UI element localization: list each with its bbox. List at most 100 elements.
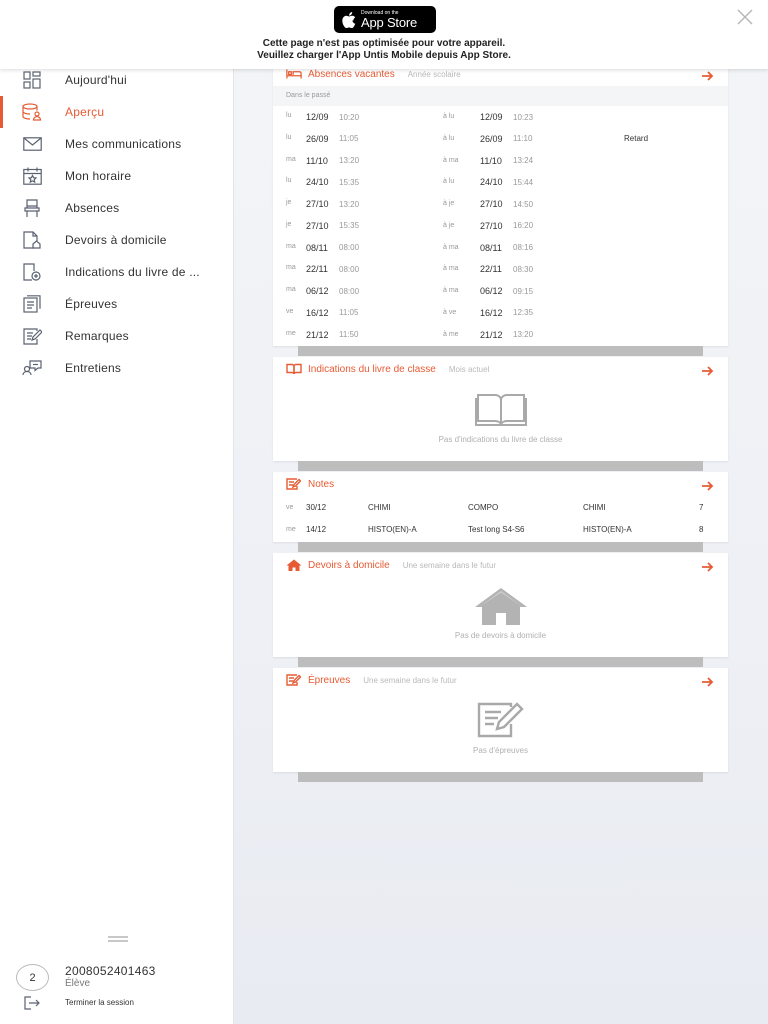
mail-icon xyxy=(22,134,42,154)
apple-icon xyxy=(342,11,356,28)
banner-line-1: Cette page n'est pas optimisée pour votr… xyxy=(262,38,506,49)
sidebar-item-label: Épreuves xyxy=(65,297,118,311)
sidebar-item-label: Aujourd'hui xyxy=(65,73,127,87)
arrow-right-icon[interactable] xyxy=(702,68,714,81)
sidebar-item-conversations[interactable]: Entretiens xyxy=(0,352,234,384)
card-header: Épreuves Une semaine dans le futur xyxy=(273,668,728,692)
bed-icon xyxy=(286,68,302,80)
card-title: Devoirs à domicile xyxy=(308,559,390,571)
book-icon xyxy=(286,363,302,375)
notes-card: Notes ve 30/12 CHIMI COMPO CHIMI 7 me 14/12 HIST… xyxy=(273,472,728,542)
start-time: 10:20 xyxy=(339,112,360,122)
note-type: Test long S4-S6 xyxy=(468,525,525,534)
day-label: lu xyxy=(286,133,292,141)
start-date: 16/12 xyxy=(306,307,329,318)
end-time: 13:24 xyxy=(513,156,534,165)
user-role: Élève xyxy=(65,978,91,989)
table-row[interactable]: lu 12/09 10:20 à lu 12/09 10:23 xyxy=(273,106,728,128)
note-grade: 8 xyxy=(699,525,704,534)
card-footer-bar xyxy=(298,346,703,356)
end-date: 24/10 xyxy=(480,177,503,188)
banner-message: Cette page n'est pas optimisée pour votr… xyxy=(0,38,768,61)
absences-card: Absences vacantes Année scolaire Dans le… xyxy=(273,62,728,346)
sidebar-item-timetable[interactable]: Mon horaire xyxy=(0,160,234,192)
note-subject: HISTO(EN)-A xyxy=(368,525,417,534)
main-content: Absences vacantes Année scolaire Dans le… xyxy=(234,0,768,1024)
exam-edit-icon xyxy=(477,702,525,738)
open-book-icon xyxy=(474,391,527,427)
sidebar-item-remarks[interactable]: Remarques xyxy=(0,320,234,352)
table-row[interactable]: ma 11/10 13:20 à ma 11/10 13:24 xyxy=(273,150,728,172)
book-plus-icon xyxy=(22,262,42,282)
profile-icon xyxy=(22,102,42,122)
sidebar-item-homework[interactable]: Devoirs à domicile xyxy=(0,224,234,256)
sidebar-item-label: Absences xyxy=(65,201,120,215)
table-row[interactable]: lu 24/10 15:35 à lu 24/10 15:44 xyxy=(273,171,728,193)
empty-state: Pas d'épreuves xyxy=(273,702,728,755)
logout-link[interactable]: Terminer la session xyxy=(65,998,134,1007)
end-date: 22/11 xyxy=(480,264,502,275)
note-date: 30/12 xyxy=(306,503,327,512)
start-time: 08:00 xyxy=(339,286,360,296)
start-time: 15:35 xyxy=(339,221,360,231)
table-row[interactable]: me 21/12 11:50 à me 21/12 13:20 xyxy=(273,324,728,346)
arrow-right-icon[interactable] xyxy=(702,478,714,491)
home-icon xyxy=(286,559,302,571)
end-time: 12:35 xyxy=(513,308,534,318)
table-row[interactable]: ma 06/12 08:00 à ma 06/12 09:15 xyxy=(273,280,728,302)
table-row[interactable]: ve 16/12 11:05 à ve 16/12 12:35 xyxy=(273,302,728,324)
end-date: 08/11 xyxy=(480,242,502,253)
end-date: 27/10 xyxy=(480,220,503,231)
card-subtitle: Une semaine dans le futur xyxy=(402,560,497,570)
note-subject-2: CHIMI xyxy=(583,503,606,512)
absences-list: lu 12/09 10:20 à lu 12/09 10:23 lu 26/09 11:05 à … xyxy=(273,106,728,345)
avatar[interactable]: 2 xyxy=(16,964,49,991)
arrow-right-icon[interactable] xyxy=(702,363,714,376)
start-date: 27/10 xyxy=(306,220,329,231)
table-row[interactable]: me 14/12 HISTO(EN)-A Test long S4-S6 HISTO(E… xyxy=(273,518,728,540)
homework-card: Devoirs à domicile Une semaine dans le f… xyxy=(273,553,728,657)
exams-card: Épreuves Une semaine dans le futur Pas d… xyxy=(273,668,728,772)
table-row[interactable]: ve 30/12 CHIMI COMPO CHIMI 7 xyxy=(273,496,728,518)
card-title: Notes xyxy=(308,478,335,490)
range-separator: à ve xyxy=(443,308,457,316)
start-time: 15:35 xyxy=(339,177,360,187)
sidebar-item-classbook[interactable]: Indications du livre de ... xyxy=(0,256,234,288)
table-row[interactable]: lu 26/09 11:05 à lu 26/09 11:10 Retard xyxy=(273,128,728,150)
sidebar-item-label: Entretiens xyxy=(65,361,122,375)
logout-icon[interactable] xyxy=(24,996,40,1010)
sidebar-item-overview[interactable]: Aperçu xyxy=(0,96,234,128)
notes-list: ve 30/12 CHIMI COMPO CHIMI 7 me 14/12 HISTO(EN)-… xyxy=(273,496,728,540)
note-date: 14/12 xyxy=(306,525,327,534)
day-label: ma xyxy=(286,264,296,272)
sidebar-item-exams[interactable]: Épreuves xyxy=(0,288,234,320)
note-subject-2: HISTO(EN)-A xyxy=(583,525,632,534)
sidebar-item-messages[interactable]: Mes communications xyxy=(0,128,234,160)
range-separator: à lu xyxy=(443,134,455,142)
day-label: ve xyxy=(286,504,294,511)
end-time: 15:44 xyxy=(513,177,534,187)
sidebar-item-label: Aperçu xyxy=(65,105,105,119)
sidebar-nav: Aujourd'hui Aperçu Mes communications Mo… xyxy=(0,64,234,384)
remarks-icon xyxy=(22,326,42,346)
start-date: 11/10 xyxy=(306,155,328,166)
start-time: 08:00 xyxy=(339,264,360,274)
appstore-big-text: App Store xyxy=(361,14,418,30)
table-row[interactable]: ma 22/11 08:00 à ma 22/11 08:30 xyxy=(273,258,728,280)
conversation-icon xyxy=(22,358,42,378)
start-date: 21/12 xyxy=(306,329,329,340)
table-row[interactable]: je 27/10 15:35 à je 27/10 16:20 xyxy=(273,215,728,237)
range-separator: à me xyxy=(443,330,459,338)
table-row[interactable]: ma 08/11 08:00 à ma 08/11 08:16 xyxy=(273,237,728,259)
end-time: 16:20 xyxy=(513,221,534,231)
close-icon[interactable] xyxy=(736,8,754,26)
sidebar-item-absences[interactable]: Absences xyxy=(0,192,234,224)
arrow-right-icon[interactable] xyxy=(702,559,714,572)
start-time: 13:20 xyxy=(339,199,360,209)
table-row[interactable]: je 27/10 13:20 à je 27/10 14:50 xyxy=(273,193,728,215)
arrow-right-icon[interactable] xyxy=(702,674,714,687)
app-store-button[interactable]: Download on the App Store xyxy=(334,6,436,33)
range-separator: à je xyxy=(443,200,455,207)
drag-handle[interactable] xyxy=(108,936,128,944)
sidebar-item-label: Mes communications xyxy=(65,137,182,151)
